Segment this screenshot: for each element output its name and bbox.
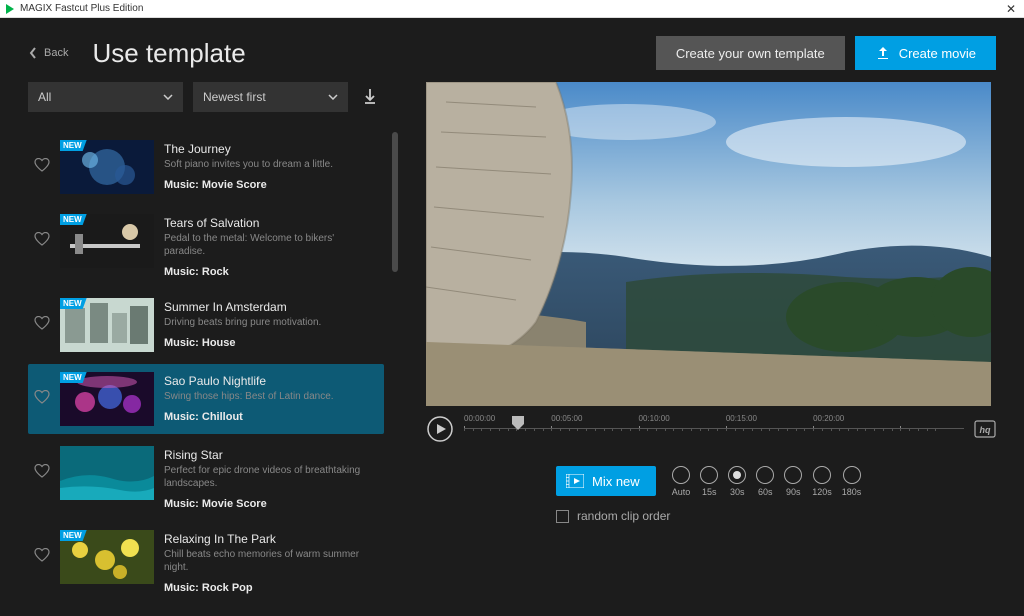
radio-icon <box>756 466 774 484</box>
duration-label: 15s <box>700 487 718 497</box>
duration-label: 180s <box>842 487 862 497</box>
template-music: Music: Movie Score <box>164 498 378 510</box>
create-movie-button[interactable]: Create movie <box>855 36 996 70</box>
template-item[interactable]: NEW Tears of Salvation Pedal to the metal:… <box>28 206 384 286</box>
duration-option[interactable]: 30s <box>728 466 746 497</box>
duration-option[interactable]: 60s <box>756 466 774 497</box>
chevron-down-icon <box>163 94 173 100</box>
template-thumbnail: NEW <box>60 140 154 194</box>
list-scrollbar[interactable] <box>392 132 398 272</box>
upload-icon <box>875 45 891 61</box>
template-description: Swing those hips: Best of Latin dance. <box>164 390 378 403</box>
timeline-tick: 00:00:00 <box>464 414 495 423</box>
chevron-left-icon <box>28 46 38 60</box>
duration-label: Auto <box>672 487 691 497</box>
category-select[interactable]: All <box>28 82 183 112</box>
new-badge: NEW <box>60 298 87 309</box>
template-title: Relaxing In The Park <box>164 532 378 546</box>
create-template-button[interactable]: Create your own template <box>656 36 845 70</box>
radio-icon <box>672 466 690 484</box>
new-badge: NEW <box>60 214 87 225</box>
template-description: Perfect for epic drone videos of breatht… <box>164 464 378 490</box>
radio-icon <box>843 466 861 484</box>
template-thumbnail: NEW <box>60 214 154 268</box>
template-description: Driving beats bring pure motivation. <box>164 316 378 329</box>
app-logo-icon <box>4 3 16 15</box>
duration-option[interactable]: 15s <box>700 466 718 497</box>
play-button[interactable] <box>426 415 454 443</box>
template-item[interactable]: NEW Relaxing In The Park Chill beats echo … <box>28 522 384 602</box>
random-clip-order-checkbox[interactable]: random clip order <box>426 509 996 523</box>
template-title: Rising Star <box>164 448 378 462</box>
template-item[interactable]: NEW Summer In Amsterdam Driving beats brin… <box>28 290 384 360</box>
hq-toggle[interactable]: hq <box>974 420 996 438</box>
video-preview[interactable] <box>426 82 991 406</box>
template-thumbnail: NEW <box>60 530 154 584</box>
template-description: Pedal to the metal: Welcome to bikers' p… <box>164 232 378 258</box>
timeline-tick: 00:20:00 <box>813 414 844 423</box>
download-button[interactable] <box>358 88 382 106</box>
template-item[interactable]: NEW The Journey Soft piano invites you to … <box>28 132 384 202</box>
template-music: Music: House <box>164 337 378 349</box>
template-thumbnail: NEW <box>60 298 154 352</box>
template-description: Soft piano invites you to dream a little… <box>164 158 378 171</box>
back-button[interactable]: Back <box>28 46 68 60</box>
sort-select[interactable]: Newest first <box>193 82 348 112</box>
radio-icon <box>813 466 831 484</box>
window-close-button[interactable]: ✕ <box>1002 2 1020 16</box>
chevron-down-icon <box>328 94 338 100</box>
radio-icon <box>728 466 746 484</box>
mix-new-button[interactable]: Mix new <box>556 466 656 496</box>
timeline-tick: 00:10:00 <box>639 414 670 423</box>
timeline-tick: 00:15:00 <box>726 414 757 423</box>
template-item[interactable]: NEW Sao Paulo Nightlife Swing those hips: … <box>28 364 384 434</box>
duration-option[interactable]: 180s <box>842 466 862 497</box>
favorite-button[interactable] <box>34 316 52 335</box>
new-badge: NEW <box>60 140 87 151</box>
timeline[interactable]: 00:00:00 00:05:00 00:10:00 00:15:00 00:20:00 <box>464 414 964 444</box>
favorite-button[interactable] <box>34 390 52 409</box>
svg-text:hq: hq <box>980 425 991 435</box>
radio-icon <box>700 466 718 484</box>
template-music: Music: Rock Pop <box>164 582 378 594</box>
page-title: Use template <box>92 38 655 69</box>
template-thumbnail <box>60 446 154 500</box>
template-description: Chill beats echo memories of warm summer… <box>164 548 378 574</box>
duration-label: 120s <box>812 487 832 497</box>
duration-option[interactable]: 90s <box>784 466 802 497</box>
duration-label: 90s <box>784 487 802 497</box>
template-thumbnail: NEW <box>60 372 154 426</box>
template-title: The Journey <box>164 142 378 156</box>
new-badge: NEW <box>60 372 87 383</box>
template-music: Music: Movie Score <box>164 179 378 191</box>
favorite-button[interactable] <box>34 158 52 177</box>
favorite-button[interactable] <box>34 548 52 567</box>
template-title: Tears of Salvation <box>164 216 378 230</box>
favorite-button[interactable] <box>34 232 52 251</box>
checkbox-icon <box>556 510 569 523</box>
new-badge: NEW <box>60 530 87 541</box>
back-label: Back <box>44 47 68 59</box>
window-title: MAGIX Fastcut Plus Edition <box>20 3 1002 14</box>
timeline-playhead[interactable] <box>512 416 524 430</box>
duration-label: 60s <box>756 487 774 497</box>
window-titlebar: MAGIX Fastcut Plus Edition ✕ <box>0 0 1024 18</box>
template-title: Sao Paulo Nightlife <box>164 374 378 388</box>
duration-option[interactable]: Auto <box>672 466 691 497</box>
timeline-tick: 00:05:00 <box>551 414 582 423</box>
template-item[interactable]: Rising Star Perfect for epic drone videos… <box>28 438 384 518</box>
template-music: Music: Rock <box>164 266 378 278</box>
random-clip-order-label: random clip order <box>577 509 670 523</box>
duration-label: 30s <box>728 487 746 497</box>
favorite-button[interactable] <box>34 464 52 483</box>
duration-option[interactable]: 120s <box>812 466 832 497</box>
template-music: Music: Chillout <box>164 411 378 423</box>
template-title: Summer In Amsterdam <box>164 300 378 314</box>
radio-icon <box>784 466 802 484</box>
film-play-icon <box>566 474 584 488</box>
